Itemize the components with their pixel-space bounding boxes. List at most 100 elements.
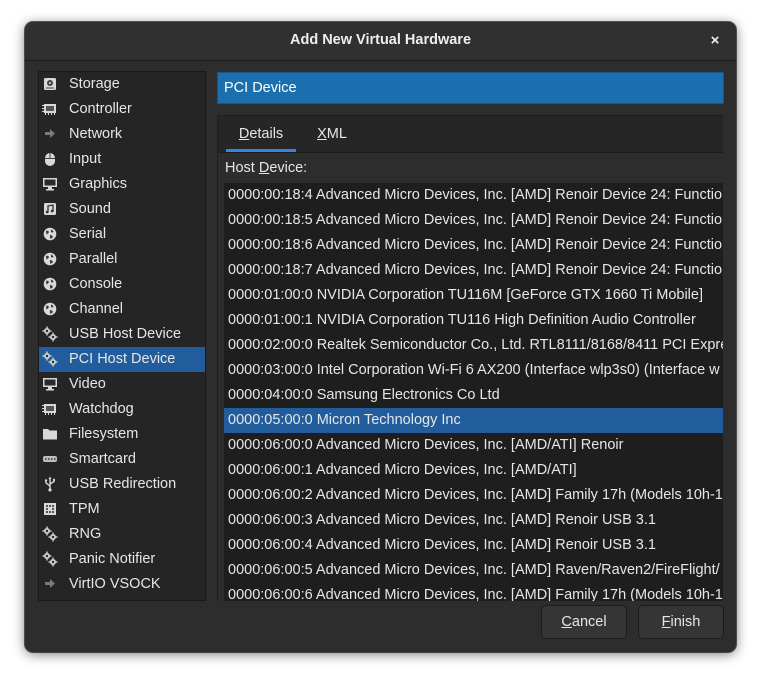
sidebar-item-video[interactable]: Video	[39, 372, 205, 397]
sidebar-item-label: TPM	[69, 501, 100, 517]
sidebar-item-storage[interactable]: Storage	[39, 72, 205, 97]
device-header: PCI Device	[217, 72, 724, 104]
list-item[interactable]: 0000:01:00:1 NVIDIA Corporation TU116 Hi…	[224, 308, 723, 333]
add-hardware-dialog: Add New Virtual Hardware × Storage Contro…	[25, 22, 736, 652]
list-item-text: 0000:05:00:0 Micron Technology Inc	[228, 412, 461, 428]
dialog-title: Add New Virtual Hardware	[289, 32, 472, 48]
sidebar-item-label: Console	[69, 276, 123, 292]
sidebar-item-label: RNG	[69, 526, 102, 542]
tab-xml-label: XML	[317, 126, 347, 142]
sidebar-item-label: USB Redirection	[69, 476, 177, 492]
list-item[interactable]: 0000:00:18:6 Advanced Micro Devices, Inc…	[224, 233, 723, 258]
titlebar: Add New Virtual Hardware ×	[25, 22, 736, 61]
sidebar-item-label: PCI Host Device	[69, 351, 176, 367]
sidebar-item-sound[interactable]: Sound	[39, 197, 205, 222]
host-device-list[interactable]: 0000:00:18:4 Advanced Micro Devices, Inc…	[224, 183, 723, 601]
globe-icon	[42, 251, 58, 267]
list-item[interactable]: 0000:04:00:0 Samsung Electronics Co Ltd	[224, 383, 723, 408]
list-item-text: 0000:02:00:0 Realtek Semiconductor Co., …	[228, 337, 723, 353]
list-item-text: 0000:06:00:4 Advanced Micro Devices, Inc…	[228, 537, 656, 553]
sidebar-item-usb-redirection[interactable]: USB Redirection	[39, 472, 205, 497]
list-item-text: 0000:01:00:1 NVIDIA Corporation TU116 Hi…	[228, 312, 696, 328]
sidebar-item-label: Controller	[69, 101, 132, 117]
sidebar-item-label: Input	[69, 151, 102, 167]
list-item[interactable]: 0000:06:00:3 Advanced Micro Devices, Inc…	[224, 508, 723, 533]
sidebar-item-label: Smartcard	[69, 451, 136, 467]
gears-icon	[42, 351, 58, 367]
list-item[interactable]: 0000:06:00:5 Advanced Micro Devices, Inc…	[224, 558, 723, 583]
tab-details-label: Details	[238, 126, 284, 142]
sidebar-item-pci-host-device[interactable]: PCI Host Device	[39, 347, 205, 372]
list-item[interactable]: 0000:06:00:2 Advanced Micro Devices, Inc…	[224, 483, 723, 508]
globe-icon	[42, 226, 58, 242]
close-button[interactable]: ×	[704, 30, 726, 52]
sidebar-item-panic-notifier[interactable]: Panic Notifier	[39, 547, 205, 572]
sidebar-item-console[interactable]: Console	[39, 272, 205, 297]
watchdog-chip-icon	[42, 401, 58, 417]
sidebar-item-virtio-vsock[interactable]: VirtIO VSOCK	[39, 572, 205, 597]
monitor-icon	[42, 376, 58, 392]
sidebar-item-label: USB Host Device	[69, 326, 182, 342]
smartcard-icon	[42, 451, 58, 467]
list-item[interactable]: 0000:06:00:0 Advanced Micro Devices, Inc…	[224, 433, 723, 458]
cancel-button-label: Cancel	[561, 614, 607, 630]
sidebar-item-parallel[interactable]: Parallel	[39, 247, 205, 272]
list-item-text: 0000:00:18:5 Advanced Micro Devices, Inc…	[228, 212, 723, 228]
list-item-text: 0000:01:00:0 NVIDIA Corporation TU116M […	[228, 287, 703, 303]
sidebar-item-label: Serial	[69, 226, 107, 242]
usb-icon	[42, 476, 58, 492]
list-item-text: 0000:04:00:0 Samsung Electronics Co Ltd	[228, 387, 500, 403]
monitor-icon	[42, 176, 58, 192]
controller-chip-icon	[42, 101, 58, 117]
list-item[interactable]: 0000:00:18:7 Advanced Micro Devices, Inc…	[224, 258, 723, 283]
sidebar-item-input[interactable]: Input	[39, 147, 205, 172]
sidebar-item-label: Filesystem	[69, 426, 139, 442]
sidebar-item-rng[interactable]: RNG	[39, 522, 205, 547]
list-item-text: 0000:00:18:6 Advanced Micro Devices, Inc…	[228, 237, 723, 253]
sidebar-item-graphics[interactable]: Graphics	[39, 172, 205, 197]
tpm-chip-icon	[42, 501, 58, 517]
list-item[interactable]: 0000:06:00:6 Advanced Micro Devices, Inc…	[224, 583, 723, 601]
tab-details[interactable]: Details	[226, 116, 296, 152]
network-icon	[42, 576, 58, 592]
tab-xml[interactable]: XML	[304, 116, 360, 152]
finish-button[interactable]: Finish	[638, 605, 724, 639]
hardware-type-list: Storage Controller Network Input Graphics Sou…	[38, 71, 206, 601]
list-item[interactable]: 0000:06:00:4 Advanced Micro Devices, Inc…	[224, 533, 723, 558]
sound-card-icon	[42, 201, 58, 217]
sidebar-item-label: Sound	[69, 201, 111, 217]
list-item[interactable]: 0000:06:00:1 Advanced Micro Devices, Inc…	[224, 458, 723, 483]
storage-icon	[42, 76, 58, 92]
sidebar-item-usb-host-device[interactable]: USB Host Device	[39, 322, 205, 347]
sidebar-item-label: Network	[69, 126, 123, 142]
list-item[interactable]: 0000:01:00:0 NVIDIA Corporation TU116M […	[224, 283, 723, 308]
sidebar-item-network[interactable]: Network	[39, 122, 205, 147]
list-item[interactable]: 0000:00:18:4 Advanced Micro Devices, Inc…	[224, 183, 723, 208]
cancel-button[interactable]: Cancel	[541, 605, 627, 639]
list-item-text: 0000:06:00:3 Advanced Micro Devices, Inc…	[228, 512, 656, 528]
list-item-text: 0000:00:18:4 Advanced Micro Devices, Inc…	[228, 187, 723, 203]
gears-icon	[42, 526, 58, 542]
details-notebook: Details XML Host Device: 0000:00:18:4 Ad…	[217, 115, 723, 601]
list-item[interactable]: 0000:02:00:0 Realtek Semiconductor Co., …	[224, 333, 723, 358]
sidebar-item-controller[interactable]: Controller	[39, 97, 205, 122]
sidebar-item-label: Channel	[69, 301, 124, 317]
list-item[interactable]: 0000:00:18:5 Advanced Micro Devices, Inc…	[224, 208, 723, 233]
list-item[interactable]: 0000:05:00:0 Micron Technology Inc	[224, 408, 723, 433]
list-item-text: 0000:00:18:7 Advanced Micro Devices, Inc…	[228, 262, 723, 278]
sidebar-item-label: Parallel	[69, 251, 118, 267]
sidebar-item-tpm[interactable]: TPM	[39, 497, 205, 522]
list-item-text: 0000:06:00:1 Advanced Micro Devices, Inc…	[228, 462, 577, 478]
sidebar-item-smartcard[interactable]: Smartcard	[39, 447, 205, 472]
sidebar-item-filesystem[interactable]: Filesystem	[39, 422, 205, 447]
sidebar-item-label: Video	[69, 376, 106, 392]
sidebar-item-watchdog[interactable]: Watchdog	[39, 397, 205, 422]
list-item-text: 0000:06:00:6 Advanced Micro Devices, Inc…	[228, 587, 723, 601]
sidebar-item-channel[interactable]: Channel	[39, 297, 205, 322]
sidebar-item-label: Graphics	[69, 176, 128, 192]
list-item-text: 0000:06:00:0 Advanced Micro Devices, Inc…	[228, 437, 624, 453]
sidebar-item-label: Watchdog	[69, 401, 134, 417]
mouse-icon	[42, 151, 58, 167]
sidebar-item-serial[interactable]: Serial	[39, 222, 205, 247]
list-item[interactable]: 0000:03:00:0 Intel Corporation Wi-Fi 6 A…	[224, 358, 723, 383]
